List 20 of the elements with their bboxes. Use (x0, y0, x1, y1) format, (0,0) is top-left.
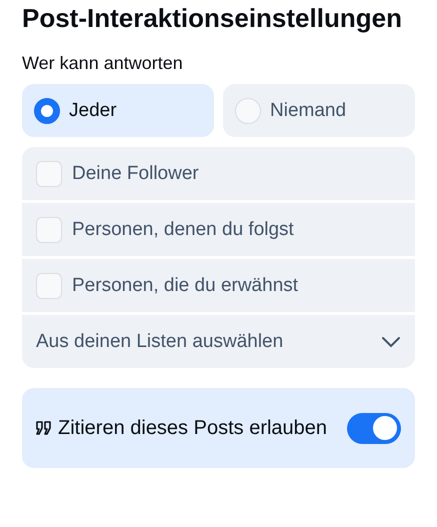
page-title: Post-Interaktionseinstellungen (22, 2, 402, 35)
option-row[interactable]: Deine Follower (22, 147, 415, 200)
quote-icon (36, 421, 52, 435)
checkbox[interactable] (36, 216, 62, 242)
chevron-down-icon (381, 336, 401, 348)
radio-icon (34, 98, 60, 124)
radio-icon (235, 98, 261, 124)
checkbox[interactable] (36, 160, 62, 186)
option-row[interactable]: Personen, denen du folgst (22, 203, 415, 256)
toggle-switch[interactable] (347, 412, 401, 444)
option-label: Personen, die du erwähnst (72, 274, 298, 296)
list-select[interactable]: Aus deinen Listen auswählen (22, 315, 415, 368)
audience-option[interactable]: Jeder (22, 84, 214, 137)
section-label: Wer kann antworten (22, 53, 184, 74)
checkbox[interactable] (36, 272, 62, 298)
option-row[interactable]: Personen, die du erwähnst (22, 259, 415, 312)
option-label: Personen, denen du folgst (72, 218, 294, 240)
setting-label: Zitieren dieses Posts erlauben (58, 416, 328, 441)
audience-option[interactable]: Niemand (223, 84, 415, 137)
option-label: Deine Follower (72, 162, 199, 184)
